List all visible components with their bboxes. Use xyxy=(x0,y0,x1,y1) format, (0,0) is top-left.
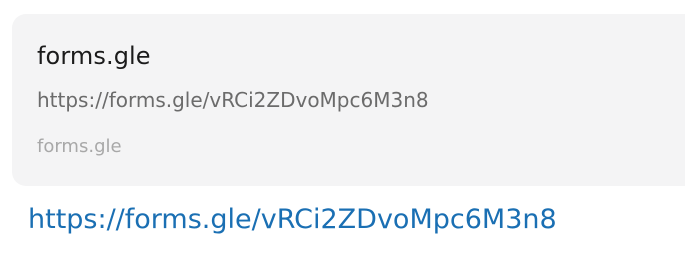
chat-message: forms.gle https://forms.gle/vRCi2ZDvoMpc… xyxy=(0,0,685,261)
link-preview-domain: forms.gle xyxy=(37,136,122,157)
message-link[interactable]: https://forms.gle/vRCi2ZDvoMpc6M3n8 xyxy=(28,204,557,235)
link-preview-title: forms.gle xyxy=(37,42,151,70)
link-preview-card[interactable]: forms.gle https://forms.gle/vRCi2ZDvoMpc… xyxy=(12,14,685,186)
link-preview-url: https://forms.gle/vRCi2ZDvoMpc6M3n8 xyxy=(37,88,429,112)
